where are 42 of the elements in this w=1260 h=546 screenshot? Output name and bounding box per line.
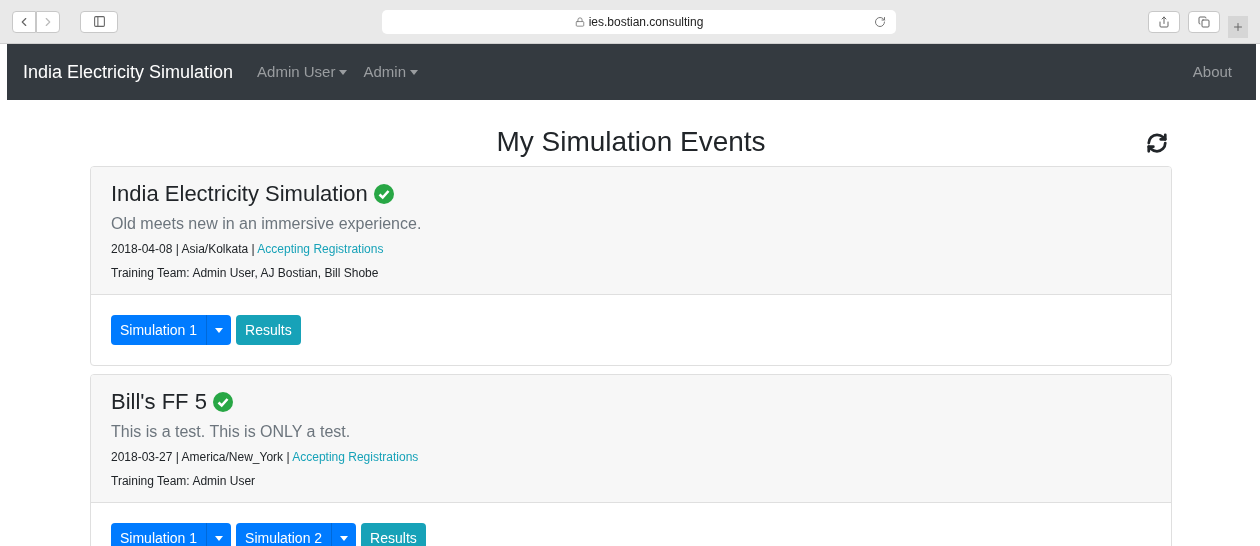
refresh-icon[interactable]: [1146, 132, 1168, 154]
caret-icon: [410, 69, 418, 75]
dropdown-toggle[interactable]: [332, 523, 357, 546]
caret-icon: [340, 535, 349, 541]
page-title: My Simulation Events: [496, 125, 766, 159]
plus-icon: [1232, 20, 1244, 33]
address-bar[interactable]: ies.bostian.consulting: [382, 9, 896, 34]
nav-menu[interactable]: Admin: [363, 60, 418, 84]
simulation-button[interactable]: Simulation 2: [236, 523, 333, 546]
lock-icon: [574, 16, 585, 27]
caret-icon: [215, 327, 224, 333]
registration-link[interactable]: Accepting Registrations: [257, 242, 384, 256]
event-title: Bill's FF 5: [111, 388, 207, 416]
caret-icon: [339, 69, 348, 75]
training-team: Training Team: Admin User: [111, 473, 257, 490]
sidebar-button[interactable]: [80, 10, 118, 33]
simulation-button[interactable]: Simulation 1: [111, 315, 208, 345]
back-button[interactable]: [12, 10, 36, 33]
reload-icon: [874, 15, 886, 28]
share-icon: [1158, 15, 1170, 28]
event-description: Old meets new in an immersive experience.: [111, 214, 423, 234]
event-title: India Electricity Simulation: [111, 180, 368, 208]
results-button[interactable]: Results: [361, 523, 426, 546]
sidebar-icon: [92, 15, 106, 28]
dropdown-toggle[interactable]: [207, 315, 232, 345]
results-button[interactable]: Results: [236, 315, 301, 345]
new-tab-button[interactable]: [1228, 15, 1248, 38]
tabs-button[interactable]: [1188, 10, 1220, 33]
caret-icon: [215, 535, 224, 541]
event-meta: 2018-04-08 | Asia/Kolkata | Accepting Registrations: [111, 241, 385, 258]
tabs-icon: [1198, 15, 1210, 28]
dropdown-toggle[interactable]: [207, 523, 232, 546]
share-button[interactable]: [1148, 10, 1180, 33]
nav-menu[interactable]: Admin User: [257, 60, 348, 84]
simulation-button[interactable]: Simulation 1: [111, 523, 208, 546]
training-team: Training Team: Admin User, AJ Bostian, Bill Shobe: [111, 265, 380, 282]
about-link[interactable]: About: [1192, 60, 1232, 84]
event-description: This is a test. This is ONLY a test.: [111, 422, 352, 442]
url-text: ies.bostian.consulting: [588, 13, 704, 31]
event-meta: 2018-03-27 | America/New_York | Accepting Registrations: [111, 449, 420, 466]
brand-link[interactable]: India Electricity Simulation: [23, 58, 234, 86]
registration-link[interactable]: Accepting Registrations: [292, 450, 419, 464]
